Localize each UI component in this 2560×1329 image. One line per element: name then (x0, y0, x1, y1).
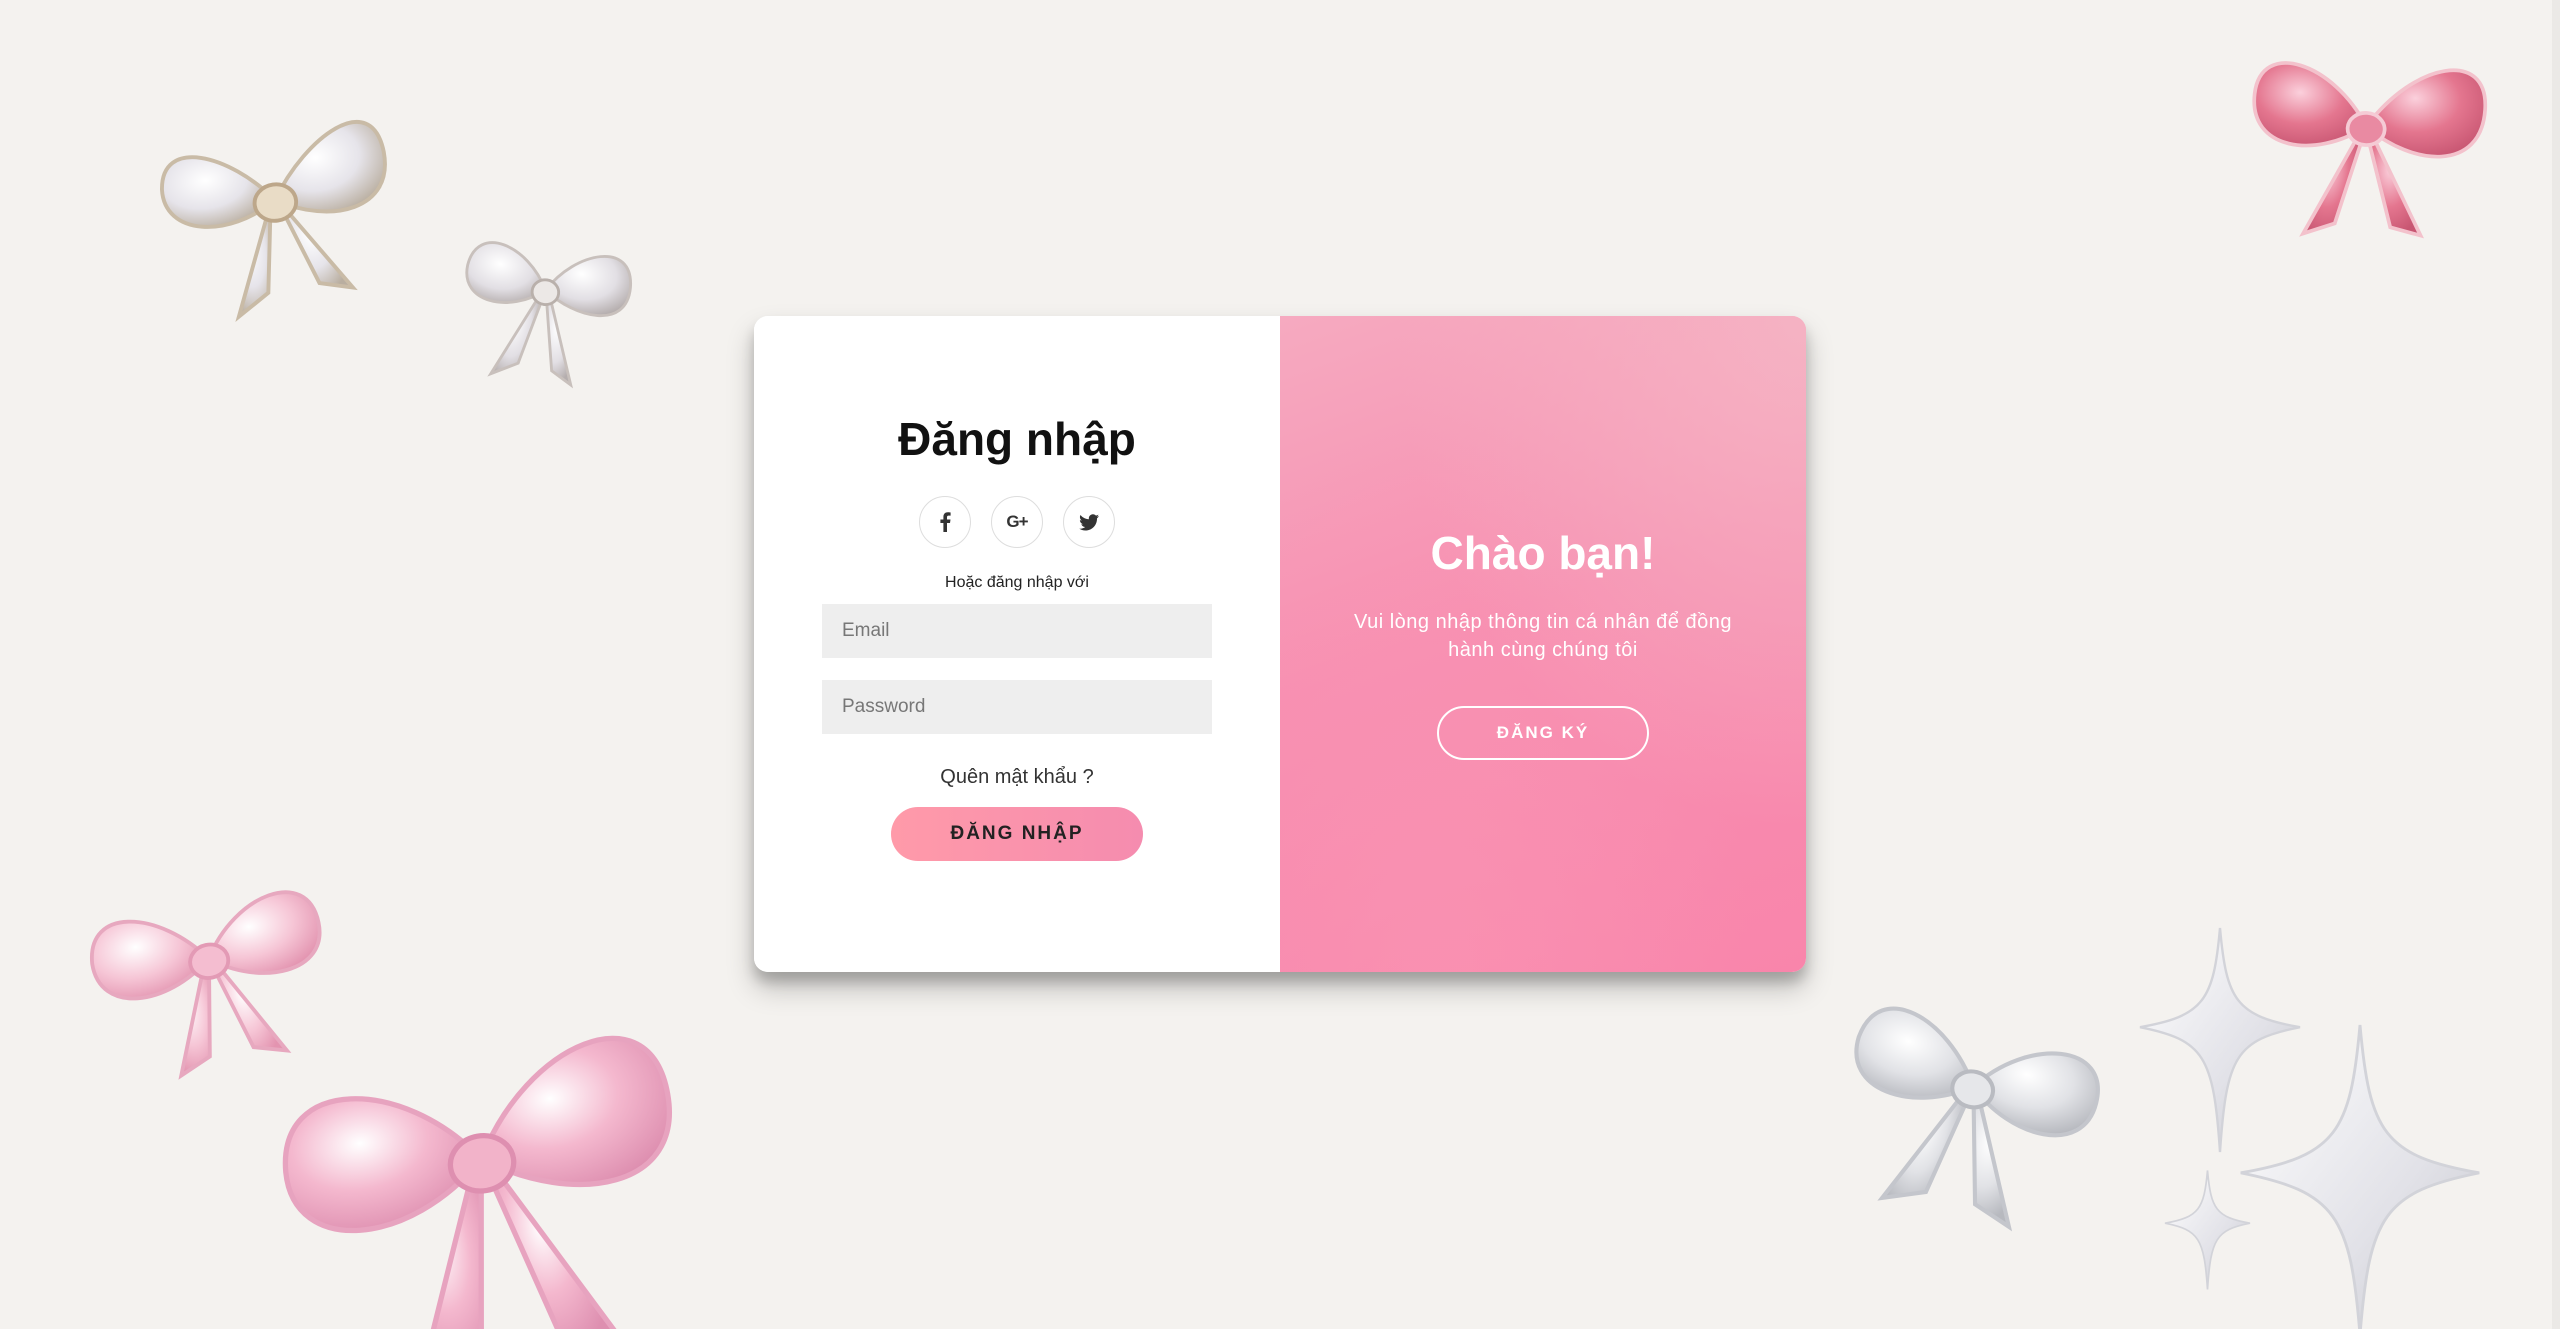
twitter-icon (1079, 513, 1099, 530)
alt-login-text: Hoặc đăng nhập với (945, 574, 1089, 591)
google-plus-icon: G+ (1006, 512, 1028, 531)
welcome-title: Chào bạn! (1430, 527, 1656, 579)
welcome-description: Vui lòng nhập thông tin cá nhân để đồng … (1354, 611, 1732, 661)
google-plus-login-button[interactable]: G+ (991, 496, 1043, 548)
login-form: Đăng nhập G+ Hoặc đăng nhập với Email Qu… (754, 316, 1280, 972)
page: Đăng nhập G+ Hoặc đăng nhập với Email Qu… (0, 0, 2560, 1329)
sparkle-decoration (2139, 925, 2301, 1155)
welcome-panel: Chào bạn! Vui lòng nhập thông tin cá nhâ… (1280, 316, 1806, 972)
scrollbar-track[interactable] (2552, 0, 2560, 1329)
facebook-login-button[interactable] (919, 496, 971, 548)
sparkle-decoration (2240, 1024, 2480, 1329)
sparkle-decoration (2164, 1170, 2251, 1290)
social-login-group: G+ (919, 496, 1115, 548)
login-button[interactable]: ĐĂNG NHẬP (891, 807, 1143, 861)
pink-bow-decoration (59, 825, 361, 1104)
email-input[interactable] (822, 604, 1212, 658)
silver-bow-decoration (1803, 940, 2138, 1260)
pearl-bow-decoration (123, 52, 427, 347)
twitter-login-button[interactable] (1063, 496, 1115, 548)
pink-bow-decoration (242, 965, 728, 1329)
facebook-icon (940, 512, 951, 532)
pearl-bow-decoration (438, 188, 653, 403)
auth-card: Đăng nhập G+ Hoặc đăng nhập với Email Qu… (754, 316, 1806, 972)
password-input[interactable] (822, 680, 1212, 734)
login-title: Đăng nhập (898, 413, 1136, 465)
forgot-password-link[interactable]: Quên mật khẩu ? (940, 766, 1093, 789)
pink-bow-decoration (2233, 32, 2497, 259)
signup-button[interactable]: ĐĂNG KÝ (1437, 706, 1649, 760)
